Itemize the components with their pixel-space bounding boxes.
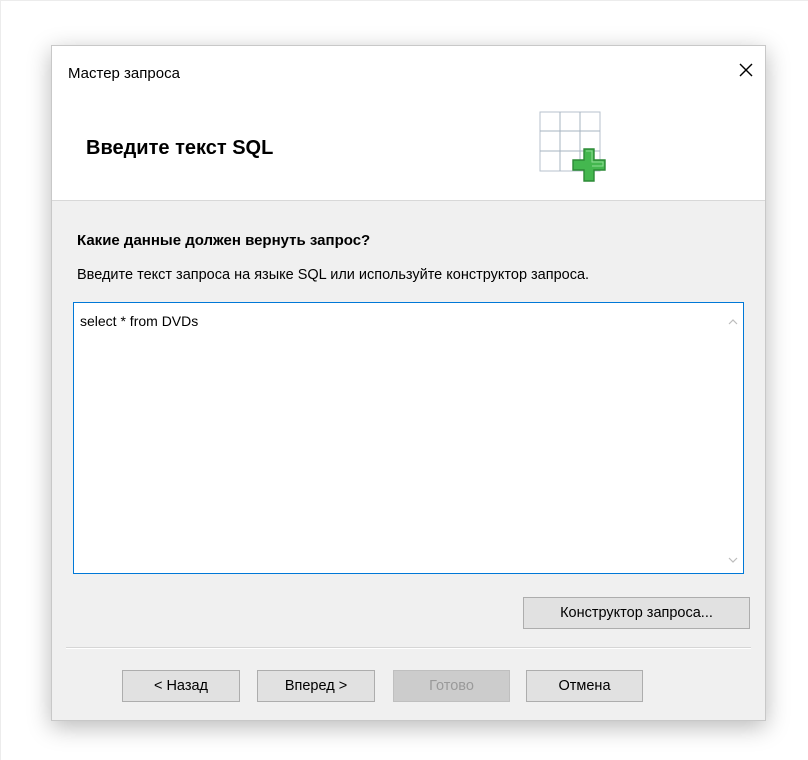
- scroll-down-arrow[interactable]: [726, 553, 740, 567]
- question-label: Какие данные должен вернуть запрос?: [77, 232, 371, 249]
- instruction-text: Введите текст запроса на языке SQL или и…: [77, 267, 590, 283]
- chevron-up-icon: [728, 319, 738, 325]
- page-heading: Введите текст SQL: [86, 137, 274, 159]
- query-builder-button[interactable]: Конструктор запроса...: [523, 597, 750, 629]
- vertical-scrollbar[interactable]: [723, 303, 743, 573]
- desktop-background: Мастер запроса Введите текст SQL Какие д…: [0, 0, 808, 760]
- next-button[interactable]: Вперед >: [257, 670, 375, 702]
- finish-button: Готово: [393, 670, 510, 702]
- scroll-up-arrow[interactable]: [726, 315, 740, 329]
- cancel-button[interactable]: Отмена: [526, 670, 643, 702]
- back-button[interactable]: < Назад: [122, 670, 240, 702]
- close-icon: [739, 63, 753, 77]
- footer-divider: [66, 647, 751, 649]
- window-title: Мастер запроса: [68, 65, 180, 82]
- chevron-down-icon: [728, 557, 738, 563]
- query-wizard-dialog: Мастер запроса Введите текст SQL Какие д…: [51, 45, 766, 721]
- sql-text-area[interactable]: select * from DVDs: [73, 302, 744, 574]
- table-add-icon: [539, 111, 606, 182]
- wizard-header: Мастер запроса Введите текст SQL: [52, 46, 765, 201]
- close-button[interactable]: [731, 56, 761, 84]
- sql-query-text[interactable]: select * from DVDs: [80, 313, 198, 329]
